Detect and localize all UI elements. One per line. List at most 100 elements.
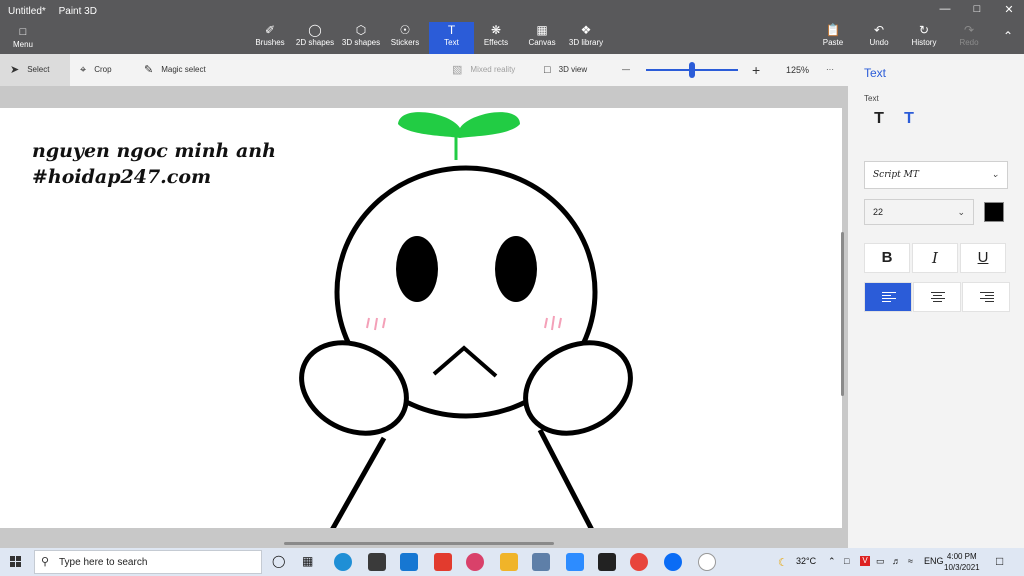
horizontal-scrollbar[interactable]: [284, 542, 554, 545]
file-explorer-icon[interactable]: [500, 553, 518, 571]
tool-stickers-label: Stickers: [390, 38, 420, 47]
3d-text-icon[interactable]: T: [898, 110, 920, 132]
align-center-icon: [931, 292, 945, 304]
history-button[interactable]: ↻ History: [908, 22, 940, 54]
workspace: nguyen ngoc minh anh #hoidap247.com: [0, 86, 848, 548]
3d-view-label: 3D view: [558, 65, 588, 75]
mail-icon[interactable]: [400, 553, 418, 571]
more-options-button[interactable]: ···: [826, 54, 834, 86]
antivirus-icon[interactable]: V: [860, 556, 870, 566]
history-label: History: [911, 38, 937, 47]
stickers-icon: ☉: [399, 23, 411, 37]
3d-view-icon: □: [544, 64, 551, 76]
underline-button[interactable]: U: [960, 243, 1006, 273]
capcut-icon[interactable]: [598, 553, 616, 571]
effects-icon: ❋: [490, 23, 502, 37]
tool-effects-label: Effects: [483, 38, 509, 47]
bold-button[interactable]: B: [864, 243, 910, 273]
cursor-icon: ➤: [10, 64, 20, 76]
clock[interactable]: 4:00 PM 10/3/2021: [944, 551, 980, 573]
maximize-icon[interactable]: □: [962, 3, 992, 19]
tool-brushes[interactable]: ✐ Brushes: [252, 22, 288, 54]
drawing: [299, 112, 633, 528]
text-icon: T: [447, 23, 456, 37]
panel-title: Text: [864, 66, 887, 80]
tool-2d-shapes[interactable]: ◯ 2D shapes: [294, 22, 336, 54]
document-title: Untitled*: [8, 6, 46, 17]
3d-view-button[interactable]: □ 3D view: [544, 54, 587, 86]
gift-app-icon[interactable]: [434, 553, 452, 571]
task-view-icon[interactable]: ▦: [302, 554, 313, 568]
menu-icon: □: [19, 26, 27, 38]
align-right-button[interactable]: [962, 282, 1010, 312]
taskbar-search-box[interactable]: ⚲ Type here to search: [34, 550, 262, 574]
paste-label: Paste: [822, 38, 844, 47]
tool-canvas[interactable]: ▦ Canvas: [526, 22, 558, 54]
penguin-app-icon[interactable]: [698, 553, 716, 571]
font-family-dropdown[interactable]: Script MT ⌄: [864, 161, 1008, 189]
chevron-down-icon: ⌄: [957, 207, 965, 217]
title-bar: Untitled* Paint 3D: [8, 6, 107, 17]
zoom-out-button[interactable]: —: [622, 54, 630, 86]
3d-shapes-icon: ⬡: [355, 23, 367, 37]
chevron-up-icon[interactable]: ⌃: [828, 556, 836, 567]
ribbon: Untitled* Paint 3D — □ ✕ □ Menu ✐ Brushe…: [0, 0, 1024, 54]
tool-text[interactable]: T Text: [429, 22, 474, 54]
paste-button[interactable]: 📋 Paste: [818, 22, 848, 54]
language-indicator[interactable]: ENG: [924, 556, 944, 566]
zoom-level[interactable]: 125%: [786, 54, 809, 86]
network-app-icon[interactable]: □: [844, 556, 849, 566]
zoom-slider-thumb[interactable]: [689, 62, 695, 78]
minimize-icon[interactable]: —: [930, 3, 960, 19]
magic-select-button[interactable]: ✎ Magic select: [144, 54, 206, 86]
2d-shapes-icon: ◯: [308, 23, 322, 37]
edge-icon[interactable]: [334, 553, 352, 571]
3d-library-icon: ❖: [580, 23, 592, 37]
font-size-dropdown[interactable]: 22 ⌄: [864, 199, 974, 225]
tool-text-label: Text: [444, 38, 459, 47]
tool-stickers[interactable]: ☉ Stickers: [388, 22, 422, 54]
paint-3d-icon[interactable]: [466, 553, 484, 571]
zoom-app-icon[interactable]: [566, 553, 584, 571]
crop-label: Crop: [94, 65, 112, 75]
tool-3d-shapes[interactable]: ⬡ 3D shapes: [340, 22, 382, 54]
2d-text-icon[interactable]: T: [868, 110, 890, 132]
tool-3d-library[interactable]: ❖ 3D library: [566, 22, 606, 54]
redo-button[interactable]: ↷ Redo: [956, 22, 982, 54]
tool-effects[interactable]: ❋ Effects: [480, 22, 512, 54]
vertical-scrollbar[interactable]: [841, 232, 844, 396]
select-button[interactable]: ➤ Select: [0, 54, 70, 86]
align-center-button[interactable]: [913, 282, 961, 312]
magic-select-icon: ✎: [144, 64, 154, 76]
sprout-leaf: [398, 112, 520, 160]
crop-button[interactable]: ⌖ Crop: [80, 54, 112, 86]
zalo-icon[interactable]: [664, 553, 682, 571]
right-body-line: [537, 428, 594, 528]
weather-icon[interactable]: ☾: [778, 556, 788, 569]
battery-icon[interactable]: ▭: [876, 556, 885, 567]
wifi-icon[interactable]: ≈: [908, 556, 913, 566]
notification-icon[interactable]: □: [996, 554, 1003, 568]
zoom-in-button[interactable]: +: [752, 54, 760, 86]
mixed-reality-button[interactable]: ▧ Mixed reality: [452, 54, 515, 86]
tool-2d-shapes-label: 2D shapes: [295, 38, 335, 47]
weather-temperature[interactable]: 32°C: [796, 556, 816, 566]
chrome-icon[interactable]: [630, 553, 648, 571]
canvas[interactable]: nguyen ngoc minh anh #hoidap247.com: [0, 108, 842, 528]
italic-button[interactable]: I: [912, 243, 958, 273]
windows-start-icon[interactable]: [10, 556, 22, 568]
text-color-swatch[interactable]: [984, 202, 1004, 222]
tool-brushes-label: Brushes: [255, 38, 285, 47]
align-left-button[interactable]: [864, 282, 912, 312]
menu-button[interactable]: □ Menu: [6, 26, 40, 52]
close-icon[interactable]: ✕: [994, 3, 1024, 19]
volume-icon[interactable]: ♬: [892, 556, 901, 566]
cortana-icon[interactable]: ◯: [272, 554, 285, 568]
brush-icon: ✐: [264, 23, 276, 37]
store-icon[interactable]: [368, 553, 386, 571]
chevron-down-icon: ⌄: [991, 170, 999, 180]
font-family-value: Script MT: [873, 170, 919, 180]
calculator-icon[interactable]: [532, 553, 550, 571]
undo-button[interactable]: ↶ Undo: [864, 22, 894, 54]
text-panel: Text Text T T Script MT ⌄ 22 ⌄ B I U: [848, 54, 1024, 548]
